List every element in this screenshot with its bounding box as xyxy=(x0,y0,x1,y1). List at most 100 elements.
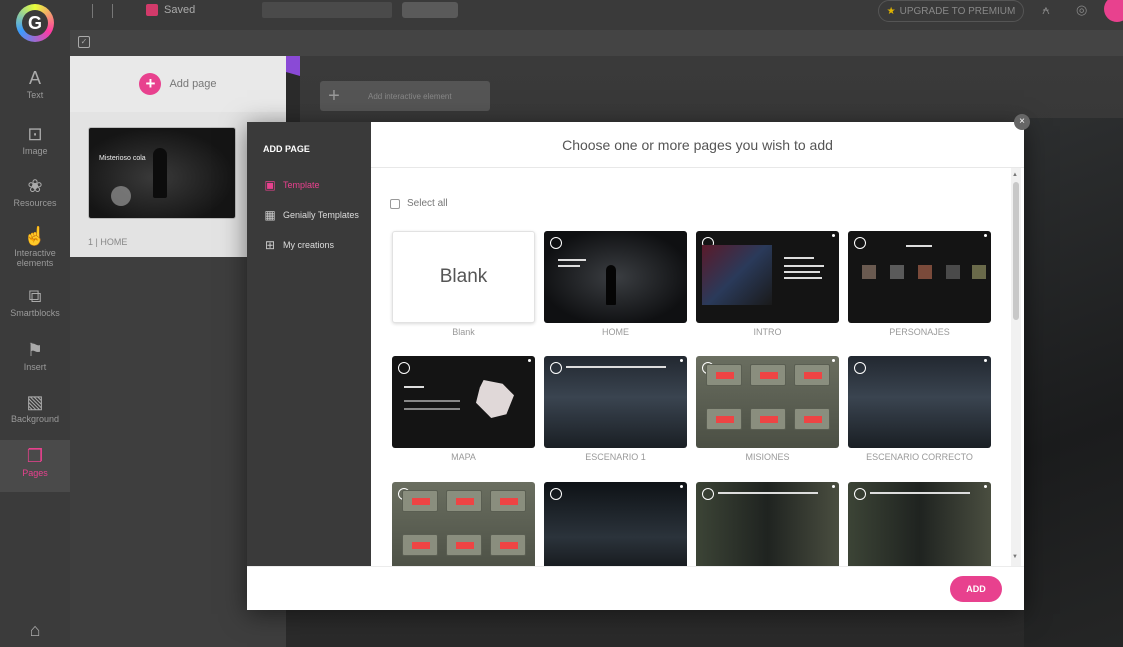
sidebar-item-insert[interactable]: ⚑ Insert xyxy=(0,340,70,372)
left-sidebar: A Text ⊡ Image ❀ Resources ☝ Interactive… xyxy=(0,30,70,647)
sidebar-item-text[interactable]: A Text xyxy=(0,68,70,100)
avatar[interactable] xyxy=(1104,0,1123,22)
sidebar-item-label: Background xyxy=(10,414,60,424)
drawer-image xyxy=(446,534,482,556)
drawer-image xyxy=(750,364,786,386)
select-circle-icon[interactable] xyxy=(550,362,562,374)
text-line xyxy=(906,245,932,247)
smartblocks-icon: ⧉ xyxy=(28,286,42,306)
text-line xyxy=(784,277,822,279)
interactive-icon: ☝ xyxy=(23,226,47,246)
sidebar-item-smartblocks[interactable]: ⧉ Smartblocks xyxy=(0,286,70,318)
sidebar-item-image[interactable]: ⊡ Image xyxy=(0,124,70,156)
avatar xyxy=(862,265,876,279)
menu-item-template[interactable]: ▣ Template xyxy=(263,178,319,192)
sidebar-item-background[interactable]: ▧ Background xyxy=(0,392,70,424)
close-icon[interactable]: × xyxy=(1014,114,1030,130)
tile-label: MISIONES xyxy=(745,452,790,462)
logo-letter-icon: G xyxy=(22,10,48,36)
text-icon: A xyxy=(28,68,41,88)
select-circle-icon[interactable] xyxy=(550,488,562,500)
tile-label: HOME xyxy=(602,327,629,337)
sidebar-item-pages[interactable]: ❐ Pages xyxy=(0,440,70,492)
select-circle-icon[interactable] xyxy=(854,237,866,249)
select-circle-icon[interactable] xyxy=(854,362,866,374)
avatar xyxy=(972,265,986,279)
sidebar-item-interactive[interactable]: ☝ Interactive elements xyxy=(0,226,70,268)
template-tile-intro[interactable] xyxy=(696,231,839,323)
plus-icon: + xyxy=(328,84,340,107)
toolbar-button[interactable] xyxy=(402,2,458,18)
template-tile-escenario-correcto[interactable] xyxy=(848,356,991,448)
text-line xyxy=(718,492,818,494)
sidebar-item-label: Interactive elements xyxy=(14,248,56,268)
toolbar-divider xyxy=(112,4,113,18)
template-tile-escenario-1[interactable] xyxy=(544,356,687,448)
checklist-icon[interactable]: ✓ xyxy=(78,36,90,48)
figure-image xyxy=(606,265,616,305)
text-line xyxy=(404,386,424,388)
drawer-image xyxy=(490,534,526,556)
drawer-image xyxy=(794,364,830,386)
select-circle-icon[interactable] xyxy=(550,237,562,249)
drawer-image xyxy=(402,534,438,556)
add-page-modal: ADD PAGE ▣ Template ▦ Genially Templates… xyxy=(247,122,1024,610)
template-tile-misiones[interactable] xyxy=(696,356,839,448)
template-tile-personajes[interactable] xyxy=(848,231,991,323)
text-line xyxy=(558,265,580,267)
template-tile[interactable] xyxy=(848,482,991,566)
secondary-toolbar: ✓ xyxy=(70,30,1123,56)
template-tile[interactable] xyxy=(544,482,687,566)
dot-icon xyxy=(984,485,987,488)
scroll-down-icon[interactable]: ▼ xyxy=(1012,554,1018,560)
template-tile-blank[interactable]: Blank xyxy=(392,231,535,323)
upgrade-button[interactable]: ★ UPGRADE TO PREMIUM xyxy=(878,0,1024,22)
modal-title: Choose one or more pages you wish to add xyxy=(371,122,1024,168)
canvas-page-preview xyxy=(1024,118,1123,647)
template-tile-home[interactable] xyxy=(544,231,687,323)
title-input[interactable] xyxy=(262,2,392,18)
text-line xyxy=(870,492,970,494)
sidebar-item-resources[interactable]: ❀ Resources xyxy=(0,176,70,208)
dot-icon xyxy=(832,359,835,362)
drawer-image xyxy=(706,364,742,386)
menu-item-genially-templates[interactable]: ▦ Genially Templates xyxy=(263,208,359,222)
pages-icon: ❐ xyxy=(26,446,44,466)
page-thumbnail[interactable]: Misterioso cola xyxy=(88,127,236,219)
figure-image xyxy=(153,148,167,198)
scrollbar-thumb[interactable] xyxy=(1013,182,1019,320)
menu-item-label: Genially Templates xyxy=(283,210,359,220)
scroll-up-icon[interactable]: ▲ xyxy=(1012,172,1018,178)
select-all-checkbox[interactable]: Select all xyxy=(390,198,448,209)
select-circle-icon[interactable] xyxy=(702,488,714,500)
add-user-icon[interactable]: ⍲ xyxy=(1042,2,1050,18)
genially-logo[interactable]: G xyxy=(16,4,54,42)
menu-item-my-creations[interactable]: ⊞ My creations xyxy=(263,238,334,252)
text-line xyxy=(404,408,460,410)
template-grid: Blank Blank HOME INTRO PERSONAJES MAPA E… xyxy=(371,222,1011,566)
select-circle-icon[interactable] xyxy=(854,488,866,500)
toolbar-divider xyxy=(92,4,93,18)
settings-icon[interactable]: ◎ xyxy=(1076,2,1087,18)
template-tile-mapa[interactable] xyxy=(392,356,535,448)
premium-tag-icon xyxy=(286,56,300,76)
sidebar-bottom-item[interactable]: ⌂ xyxy=(0,620,70,642)
tile-label: MAPA xyxy=(451,452,476,462)
select-circle-icon[interactable] xyxy=(398,362,410,374)
add-button[interactable]: ADD xyxy=(950,576,1002,602)
dot-icon xyxy=(680,485,683,488)
sidebar-item-label: Smartblocks xyxy=(10,308,60,318)
circle-icon xyxy=(111,186,131,206)
background-icon: ▧ xyxy=(26,392,44,412)
blank-text: Blank xyxy=(439,266,488,287)
template-tile[interactable] xyxy=(696,482,839,566)
drawer-image xyxy=(794,408,830,430)
add-interactive-element-button[interactable]: + Add interactive element xyxy=(320,81,490,111)
drawer-image xyxy=(446,490,482,512)
sidebar-item-label: Pages xyxy=(22,468,48,478)
creations-icon: ⊞ xyxy=(264,238,276,252)
top-toolbar: Saved ★ UPGRADE TO PREMIUM ⍲ ◎ xyxy=(0,0,1123,30)
text-line xyxy=(784,257,814,259)
template-tile[interactable] xyxy=(392,482,535,566)
add-page-button[interactable]: + Add page xyxy=(70,56,286,112)
